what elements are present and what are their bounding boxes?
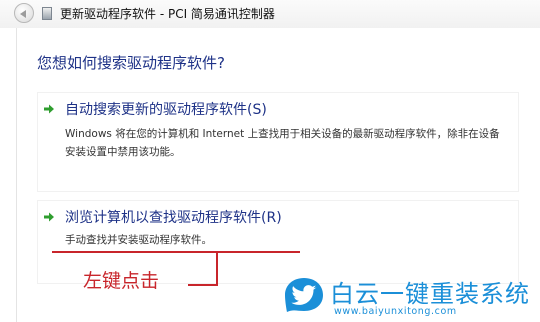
option-browse-computer-title[interactable]: 浏览计算机以查找驱动程序软件(R) — [65, 207, 282, 227]
page-heading: 您想如何搜索驱动程序软件? — [37, 54, 225, 72]
back-arrow-icon[interactable] — [14, 3, 34, 23]
twitter-bird-logo — [285, 278, 323, 312]
option-auto-search-title[interactable]: 自动搜索更新的驱动程序软件(S) — [65, 99, 267, 119]
window-title: 更新驱动程序软件 - PCI 简易通讯控制器 — [60, 7, 275, 21]
annotation-label: 左键点击 — [83, 270, 160, 292]
watermark-name: 白云一键重装系统 — [330, 280, 530, 308]
annotation-connector-tail — [188, 284, 218, 286]
title-bar: 更新驱动程序软件 - PCI 简易通讯控制器 — [0, 0, 540, 28]
watermark-url: www.baiyunxitong.com — [334, 306, 457, 317]
annotation-connector — [216, 253, 218, 285]
green-arrow-icon — [44, 104, 54, 114]
option-auto-search-description: Windows 将在您的计算机和 Internet 上查找用于相关设备的最新驱动… — [65, 128, 500, 158]
option-browse-computer-description: 手动查找并安装驱动程序软件。 — [65, 234, 212, 246]
device-icon — [42, 7, 52, 20]
green-arrow-icon — [44, 212, 54, 222]
option-auto-search[interactable]: 自动搜索更新的驱动程序软件(S) Windows 将在您的计算机和 Intern… — [37, 92, 519, 192]
annotation-underline — [52, 251, 300, 253]
